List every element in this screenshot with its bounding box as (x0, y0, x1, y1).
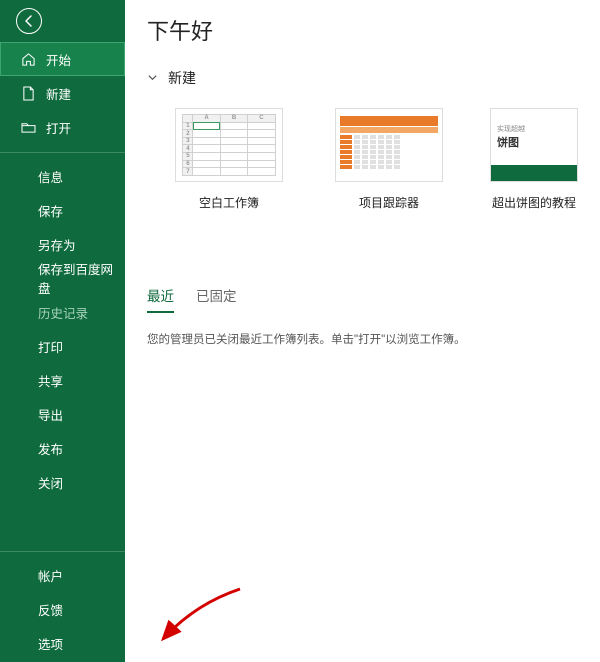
sidebar-item-label: 选项 (38, 634, 63, 653)
new-section-heading[interactable]: 新建 (147, 68, 600, 88)
sidebar-item-feedback[interactable]: 反馈 (0, 592, 125, 626)
sidebar-item-print[interactable]: 打印 (0, 329, 125, 363)
main-panel: 下午好 新建 ABC 1 2 3 4 5 (125, 0, 600, 662)
nav-divider (0, 551, 125, 552)
template-thumb: 实现超越 饼图 (490, 108, 578, 182)
template-thumb: ABC 1 2 3 4 5 6 7 (175, 108, 283, 182)
sidebar-item-label: 关闭 (38, 473, 63, 492)
folder-icon (20, 119, 36, 135)
sidebar-item-label: 开始 (46, 50, 71, 69)
tab-label: 最近 (147, 289, 174, 304)
sidebar-item-account[interactable]: 帐户 (0, 558, 125, 592)
sidebar-item-label: 导出 (38, 405, 63, 424)
sidebar-item-saveas[interactable]: 另存为 (0, 227, 125, 261)
sidebar-item-open[interactable]: 打开 (0, 110, 125, 144)
sidebar-item-label: 历史记录 (38, 303, 88, 322)
page-title: 下午好 (147, 14, 600, 46)
sidebar-item-label: 共享 (38, 371, 63, 390)
back-button[interactable] (16, 8, 42, 34)
thumb-text-line1: 实现超越 (497, 124, 571, 134)
sidebar-item-label: 保存 (38, 201, 63, 220)
recent-tabs: 最近 已固定 (147, 285, 600, 313)
tab-label: 已固定 (196, 289, 237, 304)
template-pie-tutorial[interactable]: 实现超越 饼图 超出饼图的教程 (489, 108, 579, 211)
sidebar-item-label: 打开 (46, 118, 71, 137)
sidebar-item-save[interactable]: 保存 (0, 193, 125, 227)
template-caption: 超出饼图的教程 (492, 194, 576, 211)
tab-pinned[interactable]: 已固定 (196, 285, 237, 313)
sidebar-item-new[interactable]: 新建 (0, 76, 125, 110)
sidebar-item-label: 反馈 (38, 600, 63, 619)
template-blank-workbook[interactable]: ABC 1 2 3 4 5 6 7 空白工作簿 (169, 108, 289, 211)
sidebar-item-label: 另存为 (38, 235, 76, 254)
sidebar-item-close[interactable]: 关闭 (0, 465, 125, 499)
home-icon (20, 51, 36, 67)
sidebar-item-baidu[interactable]: 保存到百度网盘 (0, 261, 125, 295)
sidebar-item-label: 保存到百度网盘 (38, 259, 125, 297)
sidebar-item-label: 新建 (46, 84, 71, 103)
recent-disabled-message: 您的管理员已关闭最近工作簿列表。单击"打开"以浏览工作簿。 (147, 331, 600, 347)
sidebar-item-export[interactable]: 导出 (0, 397, 125, 431)
template-caption: 项目跟踪器 (359, 194, 419, 211)
back-arrow-icon (22, 14, 36, 28)
template-thumb (335, 108, 443, 182)
sidebar-item-history: 历史记录 (0, 295, 125, 329)
thumb-text-line2: 饼图 (497, 134, 571, 150)
sidebar-item-label: 打印 (38, 337, 63, 356)
backstage-sidebar: 开始 新建 打开 信息 保存 另存为 保存到百度网盘 历史记录 打印 共享 (0, 0, 125, 662)
sidebar-item-share[interactable]: 共享 (0, 363, 125, 397)
sidebar-item-info[interactable]: 信息 (0, 159, 125, 193)
section-label: 新建 (168, 68, 196, 88)
sidebar-item-home[interactable]: 开始 (0, 42, 125, 76)
template-project-tracker[interactable]: 项目跟踪器 (329, 108, 449, 211)
template-gallery: ABC 1 2 3 4 5 6 7 空白工作簿 (147, 108, 600, 211)
file-icon (20, 85, 36, 101)
sidebar-item-publish[interactable]: 发布 (0, 431, 125, 465)
sidebar-item-label: 发布 (38, 439, 63, 458)
sidebar-item-options[interactable]: 选项 (0, 626, 125, 660)
template-caption: 空白工作簿 (199, 194, 259, 211)
chevron-down-icon (147, 70, 158, 86)
sidebar-item-label: 帐户 (38, 566, 63, 585)
annotation-arrow-icon (155, 584, 245, 644)
tab-recent[interactable]: 最近 (147, 285, 174, 313)
sidebar-item-label: 信息 (38, 167, 63, 186)
nav-divider (0, 152, 125, 153)
